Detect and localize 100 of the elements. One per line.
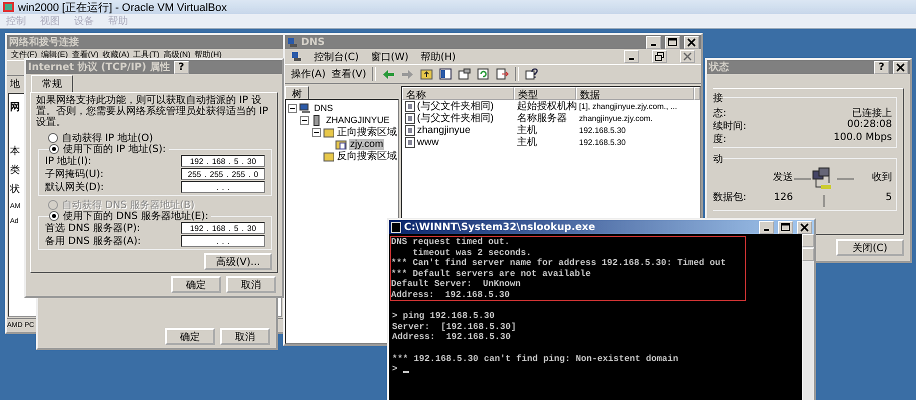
field-label: 子网掩码(U): [45,168,104,181]
menu-item[interactable]: 收藏(A) [102,49,130,60]
radio-option[interactable]: 自动获得 IP 地址(O) [48,132,272,143]
menu-item[interactable]: 编辑(E) [41,49,68,60]
collapse-icon[interactable] [288,104,297,112]
export-icon[interactable] [496,68,510,80]
console-line: > ping 192.168.5.30 [392,311,495,322]
advanced-button[interactable]: 高级(V)... [204,253,272,270]
received-count: 5 [884,192,892,202]
table-cell-text: (与父文件夹相同) [417,100,494,112]
table-cell-text: 名称服务器 [516,112,568,124]
tree-item[interactable]: DNS [313,103,334,113]
collapse-icon[interactable] [300,116,309,124]
record-icon [405,112,415,124]
folder-icon [323,126,334,138]
table-cell: zhangjinyue [417,124,470,136]
console-line: *** 192.168.5.30 can't find ping: Non-existent domain [392,354,678,364]
menu-item[interactable]: 控制台(C) [314,50,359,64]
dialog-button[interactable]: 确定 [165,328,215,345]
input-field[interactable]: . . . [181,235,265,247]
radio-option[interactable]: 使用下面的 DNS 服务器地址(E): [49,210,212,221]
console-line: DNS request timed out. [391,237,510,248]
tab[interactable]: 树 [285,86,309,99]
input-field[interactable]: 192 . 168 . 5 . 30 [181,155,265,167]
maximize-button[interactable] [778,220,793,234]
window-title: C:\WINNT\System32\nslookup.exe [404,222,596,232]
field-label: 度: [713,132,726,144]
input-field[interactable]: 255 . 255 . 255 . 0 [181,168,265,180]
record-icon [405,100,415,112]
close-button[interactable] [797,220,812,234]
restore-button[interactable] [652,50,667,63]
collapse-icon[interactable] [312,128,321,136]
refresh-icon[interactable] [477,68,490,80]
menu-item[interactable]: 帮助(H) [194,49,222,60]
window-title: win2000 [正在运行] - Oracle VM VirtualBox [18,0,227,14]
column-header[interactable]: 数据 [576,87,694,100]
minimize-icon [651,44,656,46]
menu-item[interactable]: 窗口(W) [370,50,408,64]
console-line: *** Default servers are not available [391,268,591,279]
minimize-button[interactable] [759,220,774,234]
menu-item[interactable]: 高级(N) [163,49,191,60]
close-button[interactable]: 关闭(C) [836,239,904,256]
table-cell: www [417,136,439,148]
dialog-button[interactable]: 取消 [226,276,276,293]
text-cursor [403,370,410,372]
radio-option[interactable]: 使用下面的 IP 地址(S): [49,143,169,154]
tree-item[interactable]: zjy.com [349,138,384,150]
minimize-icon [629,58,634,60]
group-label: 动 [713,152,723,166]
field-label: 首选 DNS 服务器(P): [45,222,140,235]
window-title: 状态 [709,60,730,74]
field-label: 续时间: [713,120,746,131]
console-line: *** Can't find server name for address 192.168.5.30: Timed out [391,258,726,268]
document-folder-icon [335,138,347,150]
row-label: 数据包: [713,191,748,204]
column-header[interactable]: 类型 [514,87,576,100]
tab[interactable]: 常规 [31,75,73,92]
table-cell-text: [1], zhangjinyue.zjy.com., ... [578,102,678,110]
column-header[interactable]: 名称 [402,87,514,100]
folder-icon [323,150,334,162]
tree-item[interactable]: 反向搜索区域 [336,149,398,163]
folder-up-icon[interactable] [420,68,434,80]
computer-icon [299,102,311,114]
properties-icon[interactable] [458,68,472,80]
menu-item[interactable]: 查看(V) [332,67,366,81]
app-icon [2,1,15,13]
menu-item[interactable]: 文件(F) [11,49,38,60]
table-cell-text: zhangjinyue.zjy.com. [578,114,654,122]
minimize-button[interactable] [624,50,639,63]
tree-item[interactable]: 正向搜索区域 [336,125,398,139]
menu-item[interactable]: 查看(V) [72,49,99,60]
column-label: 收到 [871,171,892,184]
window-title: 网络和拨号连接 [9,36,79,49]
scrollbar[interactable] [802,234,814,400]
console-line: Address: 192.168.5.30 [391,290,510,300]
partial-text: 网 [10,102,20,114]
menu-item[interactable]: 操作(A) [291,67,326,81]
sent-count: 126 [772,192,793,202]
table-cell-text: 主机 [516,136,538,149]
group-label: 接 [713,91,723,105]
record-icon [405,124,415,136]
network-activity-icon [793,167,855,207]
dialog-button[interactable]: 取消 [220,328,270,345]
field-label: 备用 DNS 服务器(A): [45,235,141,248]
console-line: Default Server: UnKnown [391,279,521,290]
field-label: 态: [713,106,726,118]
tree-item[interactable]: ZHANGJINYUE [325,115,391,125]
field-label: 默认网关(D): [45,180,104,194]
panel-icon[interactable] [439,68,452,80]
console-line: Server: [192.168.5.30] [392,322,516,332]
description-text: 如果网络支持此功能，则可以获取自动指派的 IP 设置。否则，您需要从网络系统管理员处获得适当的 IP 设置。 [36,95,270,128]
input-field[interactable]: 192 . 168 . 5 . 30 [181,222,265,234]
help-icon[interactable] [525,68,538,80]
record-icon [405,136,415,148]
server-icon [287,36,298,48]
input-field[interactable]: . . . [181,181,265,193]
table-cell-text: (与父文件夹相同) [417,112,494,125]
menu-item[interactable]: 帮助(H) [420,50,456,64]
console-line: Address: 192.168.5.30 [392,332,511,342]
dialog-button[interactable]: 确定 [171,276,221,293]
